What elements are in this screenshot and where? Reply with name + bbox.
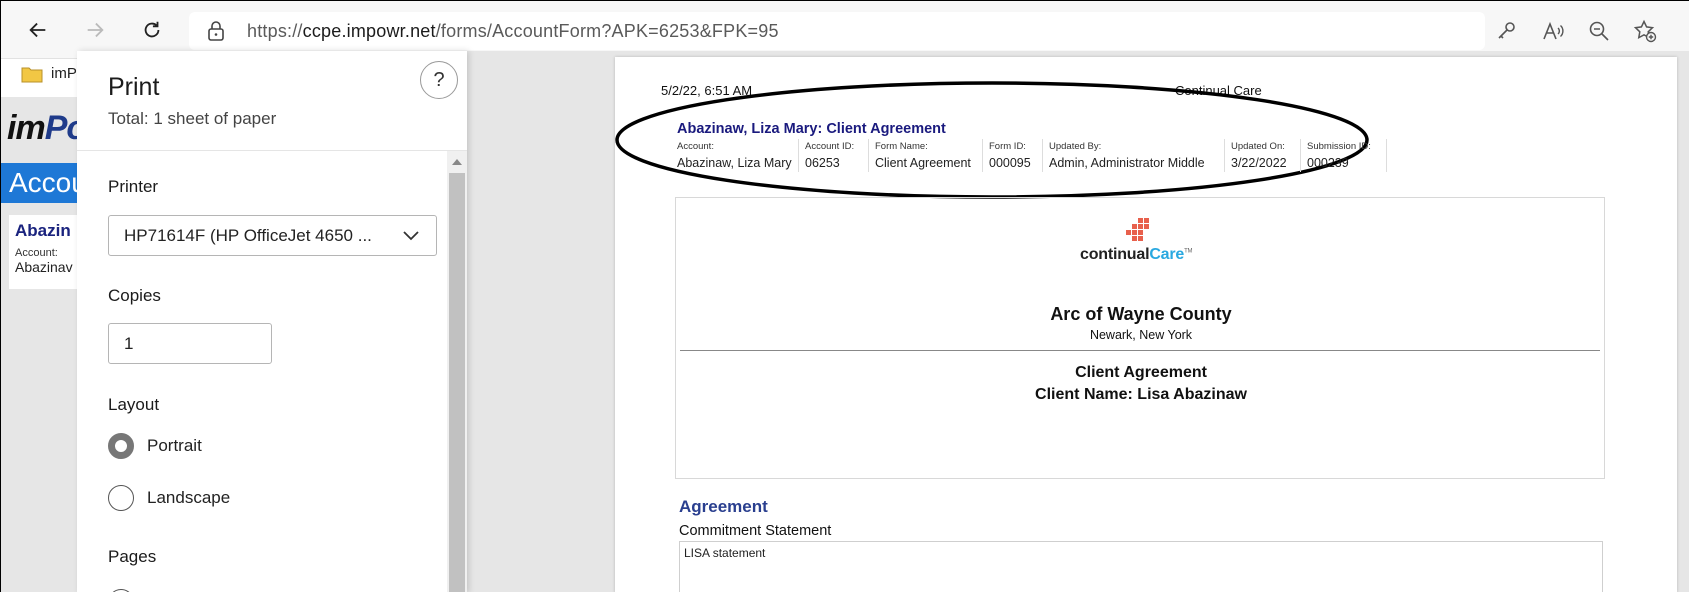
- printer-select-value: HP71614F (HP OfficeJet 4650 ...: [124, 226, 372, 245]
- landscape-radio-label[interactable]: Landscape: [147, 488, 230, 508]
- form-title: Abazinaw, Liza Mary: Client Agreement: [677, 121, 946, 137]
- field-label: Commitment Statement: [679, 523, 832, 539]
- meta-account-id: Account ID: 06253: [803, 139, 869, 172]
- highlight-ellipse: [615, 81, 1369, 199]
- forward-arrow-icon: [87, 22, 104, 38]
- meta-form-name: Form Name: Client Agreement: [873, 139, 983, 172]
- document-title: Client Agreement: [1075, 364, 1207, 381]
- account-banner: Accou: [1, 163, 81, 203]
- logo-wordmark: continualCareTM: [1080, 246, 1193, 263]
- meta-updated-on: Updated On: 3/22/2022: [1229, 139, 1301, 172]
- print-dialog-panel: Print Total: 1 sheet of paper ? Printer …: [77, 51, 467, 592]
- address-bar[interactable]: https://ccpe.impowr.net/forms/AccountFor…: [189, 12, 1485, 50]
- zoom-out-icon[interactable]: [1587, 19, 1613, 45]
- folder-icon: [21, 67, 43, 83]
- chevron-down-icon: [403, 231, 419, 241]
- continual-care-logo-mark-icon: [1126, 218, 1149, 241]
- print-title: Print: [108, 73, 160, 101]
- organization-name: Arc of Wayne County: [1050, 304, 1232, 324]
- client-name-line: Client Name: Lisa Abazinaw: [1035, 386, 1247, 403]
- section-heading: Agreement: [679, 497, 768, 516]
- favorite-folder-label[interactable]: imP: [51, 65, 77, 82]
- scroll-up-arrow-icon[interactable]: [452, 159, 462, 165]
- refresh-icon: [144, 21, 160, 38]
- organization-location: Newark, New York: [1089, 328, 1193, 342]
- print-panel-header: Print Total: 1 sheet of paper ?: [77, 51, 467, 151]
- agency-header-box: continualCareTM Arc of Wayne County Newa…: [675, 197, 1605, 479]
- sheet-count: Total: 1 sheet of paper: [108, 109, 277, 128]
- meta-updated-by: Updated By: Admin, Administrator Middle: [1047, 139, 1225, 172]
- printer-label: Printer: [108, 177, 159, 196]
- account-card-label: Account:: [15, 247, 58, 259]
- url-text: https://ccpe.impowr.net/forms/AccountFor…: [247, 21, 779, 41]
- meta-account: Account: Abazinaw, Liza Mary: [675, 139, 799, 172]
- forward-button[interactable]: [80, 15, 110, 45]
- pages-label: Pages: [108, 547, 157, 566]
- form-meta-row: Account: Abazinaw, Liza Mary Account ID: 0…: [675, 139, 1387, 172]
- key-icon[interactable]: [1495, 19, 1521, 45]
- copies-label: Copies: [108, 286, 161, 305]
- account-card: Abazin Account: Abazinav: [9, 215, 81, 289]
- refresh-button[interactable]: [137, 15, 167, 45]
- add-favorite-icon[interactable]: [1633, 19, 1659, 45]
- account-card-value: Abazinav: [15, 259, 73, 275]
- favorites-bar: imP: [1, 59, 81, 89]
- account-card-title: Abazin: [15, 221, 71, 240]
- lock-icon: [208, 21, 224, 41]
- meta-form-id: Form ID: 000095: [987, 139, 1043, 172]
- printer-select[interactable]: HP71614F (HP OfficeJet 4650 ...: [108, 215, 437, 256]
- meta-submission-id: Submission ID: 000239: [1305, 139, 1387, 172]
- back-button[interactable]: [23, 15, 53, 45]
- commitment-statement-box: LISA statement: [679, 541, 1603, 592]
- back-arrow-icon: [29, 22, 46, 38]
- copies-input[interactable]: 1: [108, 323, 272, 364]
- scroll-thumb[interactable]: [449, 173, 465, 592]
- layout-label: Layout: [108, 395, 160, 414]
- help-button[interactable]: ?: [420, 61, 458, 99]
- commitment-statement-value: LISA statement: [684, 546, 766, 560]
- impowr-logo: imPo: [7, 109, 87, 147]
- preview-page: 5/2/22, 6:51 AM Continual Care Abazinaw,…: [615, 57, 1677, 592]
- read-aloud-icon[interactable]: [1541, 19, 1567, 45]
- landscape-radio[interactable]: [108, 485, 134, 511]
- header-divider: [680, 350, 1600, 351]
- background-page: imPo Accou Abazin Account: Abazinav: [1, 97, 87, 592]
- print-panel-scrollbar[interactable]: [447, 151, 467, 592]
- portrait-radio-label[interactable]: Portrait: [147, 436, 202, 456]
- portrait-radio[interactable]: [108, 433, 134, 459]
